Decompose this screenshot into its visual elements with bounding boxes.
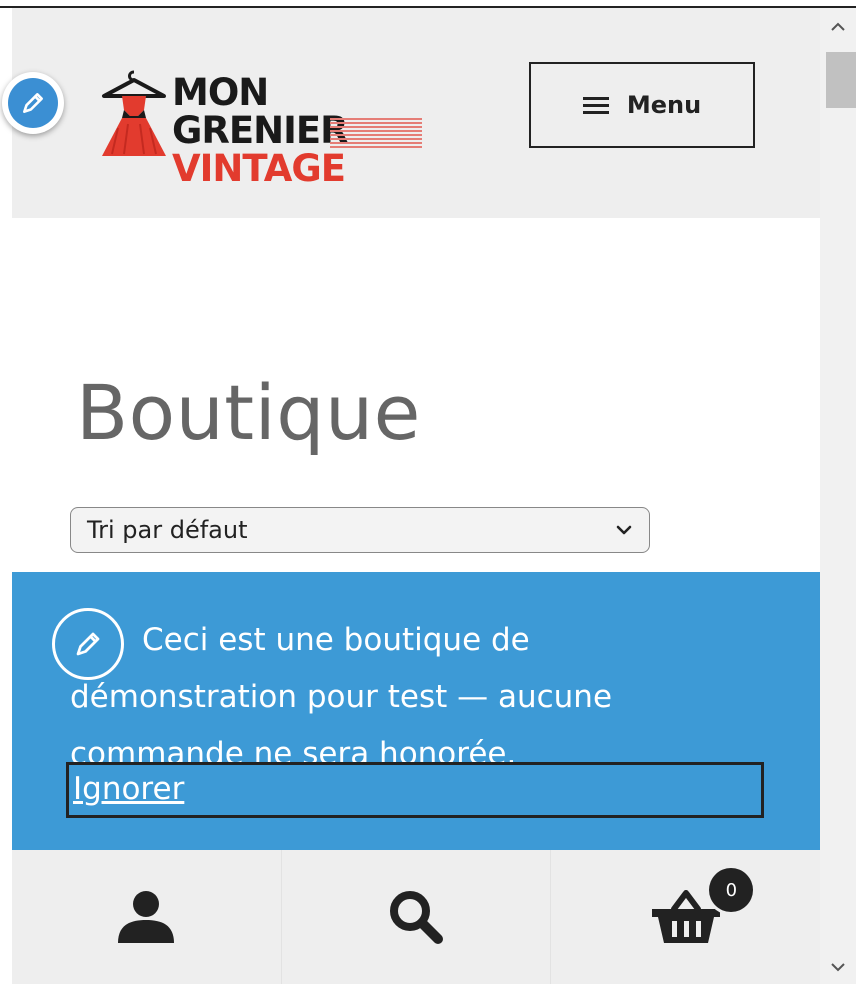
site-header: MON GRENIER VINTAGE Menu <box>2 8 820 218</box>
logo-line-2: VINTAGE <box>172 147 346 190</box>
sort-orderby-select[interactable]: Tri par défaut <box>70 507 650 553</box>
user-icon <box>118 891 175 943</box>
chevron-down-icon <box>616 525 632 535</box>
mobile-bottom-bar: 0 <box>12 850 820 984</box>
account-button[interactable] <box>12 850 281 984</box>
sort-selected-value: Tri par défaut <box>87 516 248 544</box>
scroll-down-arrow-icon[interactable] <box>820 952 856 982</box>
logo-stripes <box>330 118 422 148</box>
notice-message: Ceci est une boutique de démonstration p… <box>70 622 613 772</box>
vertical-scrollbar[interactable] <box>820 8 856 984</box>
demo-store-notice: Ceci est une boutique de démonstration p… <box>12 572 820 850</box>
cart-count-badge: 0 <box>709 868 754 912</box>
scrollbar-thumb[interactable] <box>826 52 856 108</box>
scroll-up-arrow-icon[interactable] <box>820 12 856 42</box>
dismiss-link[interactable]: Ignorer <box>73 771 184 807</box>
page-title: Boutique <box>76 368 421 457</box>
dress-hanger-icon <box>102 70 166 156</box>
menu-button[interactable]: Menu <box>529 62 755 148</box>
pencil-icon <box>23 93 43 113</box>
search-icon <box>390 891 443 944</box>
dismiss-focus-outline: Ignorer <box>66 762 764 818</box>
browser-top-edge <box>0 0 856 8</box>
hamburger-icon <box>582 97 609 114</box>
customize-edit-button[interactable] <box>2 72 64 134</box>
menu-label: Menu <box>626 91 702 119</box>
site-logo[interactable]: MON GRENIER VINTAGE <box>94 66 422 188</box>
cart-button[interactable]: 0 <box>550 850 820 984</box>
search-button[interactable] <box>280 850 551 984</box>
